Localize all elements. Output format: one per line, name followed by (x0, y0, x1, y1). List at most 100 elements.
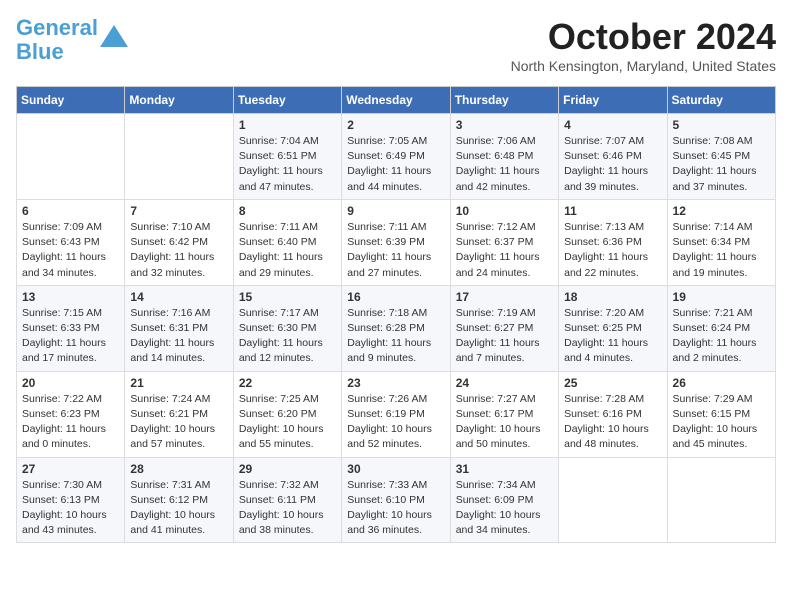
day-number: 28 (130, 462, 227, 476)
cell-info: Sunrise: 7:25 AMSunset: 6:20 PMDaylight:… (239, 392, 336, 453)
day-number: 11 (564, 204, 661, 218)
weekday-header: Monday (125, 87, 233, 114)
cell-info: Sunrise: 7:04 AMSunset: 6:51 PMDaylight:… (239, 134, 336, 195)
day-number: 12 (673, 204, 770, 218)
calendar-cell: 6 Sunrise: 7:09 AMSunset: 6:43 PMDaylight… (17, 199, 125, 285)
cell-info: Sunrise: 7:16 AMSunset: 6:31 PMDaylight:… (130, 306, 227, 367)
day-number: 9 (347, 204, 444, 218)
day-number: 2 (347, 118, 444, 132)
title-block: October 2024 North Kensington, Maryland,… (511, 16, 776, 74)
cell-info: Sunrise: 7:33 AMSunset: 6:10 PMDaylight:… (347, 478, 444, 539)
calendar-cell: 2 Sunrise: 7:05 AMSunset: 6:49 PMDaylight… (342, 114, 450, 200)
calendar-cell: 20 Sunrise: 7:22 AMSunset: 6:23 PMDayligh… (17, 371, 125, 457)
calendar-cell: 15 Sunrise: 7:17 AMSunset: 6:30 PMDayligh… (233, 285, 341, 371)
cell-info: Sunrise: 7:24 AMSunset: 6:21 PMDaylight:… (130, 392, 227, 453)
calendar-cell (667, 457, 775, 543)
calendar-cell: 18 Sunrise: 7:20 AMSunset: 6:25 PMDayligh… (559, 285, 667, 371)
cell-info: Sunrise: 7:11 AMSunset: 6:39 PMDaylight:… (347, 220, 444, 281)
calendar-cell: 13 Sunrise: 7:15 AMSunset: 6:33 PMDayligh… (17, 285, 125, 371)
weekday-header: Sunday (17, 87, 125, 114)
weekday-header: Saturday (667, 87, 775, 114)
day-number: 23 (347, 376, 444, 390)
cell-info: Sunrise: 7:05 AMSunset: 6:49 PMDaylight:… (347, 134, 444, 195)
day-number: 24 (456, 376, 553, 390)
location-text: North Kensington, Maryland, United State… (511, 58, 776, 74)
cell-info: Sunrise: 7:15 AMSunset: 6:33 PMDaylight:… (22, 306, 119, 367)
cell-info: Sunrise: 7:17 AMSunset: 6:30 PMDaylight:… (239, 306, 336, 367)
cell-info: Sunrise: 7:20 AMSunset: 6:25 PMDaylight:… (564, 306, 661, 367)
day-number: 29 (239, 462, 336, 476)
calendar-cell (17, 114, 125, 200)
cell-info: Sunrise: 7:26 AMSunset: 6:19 PMDaylight:… (347, 392, 444, 453)
calendar-cell: 3Sunrise: 7:06 AMSunset: 6:48 PMDaylight… (450, 114, 558, 200)
calendar-week-row: 20 Sunrise: 7:22 AMSunset: 6:23 PMDayligh… (17, 371, 776, 457)
day-number: 7 (130, 204, 227, 218)
logo: GeneralBlue (16, 16, 128, 64)
weekday-header: Tuesday (233, 87, 341, 114)
cell-info: Sunrise: 7:10 AMSunset: 6:42 PMDaylight:… (130, 220, 227, 281)
cell-info: Sunrise: 7:22 AMSunset: 6:23 PMDaylight:… (22, 392, 119, 453)
cell-info: Sunrise: 7:12 AMSunset: 6:37 PMDaylight:… (456, 220, 553, 281)
cell-info: Sunrise: 7:30 AMSunset: 6:13 PMDaylight:… (22, 478, 119, 539)
cell-info: Sunrise: 7:34 AMSunset: 6:09 PMDaylight:… (456, 478, 553, 539)
logo-icon (100, 25, 128, 47)
calendar-cell: 12Sunrise: 7:14 AMSunset: 6:34 PMDayligh… (667, 199, 775, 285)
calendar-cell: 4 Sunrise: 7:07 AMSunset: 6:46 PMDaylight… (559, 114, 667, 200)
day-number: 26 (673, 376, 770, 390)
day-number: 21 (130, 376, 227, 390)
calendar-cell: 29 Sunrise: 7:32 AMSunset: 6:11 PMDayligh… (233, 457, 341, 543)
day-number: 10 (456, 204, 553, 218)
day-number: 20 (22, 376, 119, 390)
day-number: 31 (456, 462, 553, 476)
calendar-week-row: 27 Sunrise: 7:30 AMSunset: 6:13 PMDayligh… (17, 457, 776, 543)
day-number: 3 (456, 118, 553, 132)
calendar-cell: 8Sunrise: 7:11 AMSunset: 6:40 PMDaylight… (233, 199, 341, 285)
day-number: 5 (673, 118, 770, 132)
calendar-week-row: 6 Sunrise: 7:09 AMSunset: 6:43 PMDaylight… (17, 199, 776, 285)
month-title: October 2024 (511, 16, 776, 58)
day-number: 1 (239, 118, 336, 132)
day-number: 4 (564, 118, 661, 132)
calendar-cell: 27 Sunrise: 7:30 AMSunset: 6:13 PMDayligh… (17, 457, 125, 543)
calendar-week-row: 1 Sunrise: 7:04 AMSunset: 6:51 PMDaylight… (17, 114, 776, 200)
logo-text: GeneralBlue (16, 16, 98, 64)
calendar-cell: 28 Sunrise: 7:31 AMSunset: 6:12 PMDayligh… (125, 457, 233, 543)
day-number: 13 (22, 290, 119, 304)
cell-info: Sunrise: 7:28 AMSunset: 6:16 PMDaylight:… (564, 392, 661, 453)
calendar-cell: 17 Sunrise: 7:19 AMSunset: 6:27 PMDayligh… (450, 285, 558, 371)
calendar-week-row: 13 Sunrise: 7:15 AMSunset: 6:33 PMDayligh… (17, 285, 776, 371)
cell-info: Sunrise: 7:32 AMSunset: 6:11 PMDaylight:… (239, 478, 336, 539)
day-number: 17 (456, 290, 553, 304)
calendar-cell: 30 Sunrise: 7:33 AMSunset: 6:10 PMDayligh… (342, 457, 450, 543)
calendar-cell: 23 Sunrise: 7:26 AMSunset: 6:19 PMDayligh… (342, 371, 450, 457)
day-number: 27 (22, 462, 119, 476)
calendar-cell: 31 Sunrise: 7:34 AMSunset: 6:09 PMDayligh… (450, 457, 558, 543)
calendar-cell: 9 Sunrise: 7:11 AMSunset: 6:39 PMDaylight… (342, 199, 450, 285)
day-number: 18 (564, 290, 661, 304)
cell-info: Sunrise: 7:19 AMSunset: 6:27 PMDaylight:… (456, 306, 553, 367)
day-number: 30 (347, 462, 444, 476)
weekday-header: Wednesday (342, 87, 450, 114)
cell-info: Sunrise: 7:09 AMSunset: 6:43 PMDaylight:… (22, 220, 119, 281)
day-number: 22 (239, 376, 336, 390)
cell-info: Sunrise: 7:07 AMSunset: 6:46 PMDaylight:… (564, 134, 661, 195)
cell-info: Sunrise: 7:13 AMSunset: 6:36 PMDaylight:… (564, 220, 661, 281)
calendar-cell: 25 Sunrise: 7:28 AMSunset: 6:16 PMDayligh… (559, 371, 667, 457)
weekday-header: Thursday (450, 87, 558, 114)
cell-info: Sunrise: 7:29 AMSunset: 6:15 PMDaylight:… (673, 392, 770, 453)
calendar-cell (125, 114, 233, 200)
page-header: GeneralBlue October 2024 North Kensingto… (16, 16, 776, 74)
calendar-cell: 10 Sunrise: 7:12 AMSunset: 6:37 PMDayligh… (450, 199, 558, 285)
calendar-cell: 5 Sunrise: 7:08 AMSunset: 6:45 PMDaylight… (667, 114, 775, 200)
day-number: 15 (239, 290, 336, 304)
day-number: 6 (22, 204, 119, 218)
cell-info: Sunrise: 7:08 AMSunset: 6:45 PMDaylight:… (673, 134, 770, 195)
day-number: 25 (564, 376, 661, 390)
cell-info: Sunrise: 7:27 AMSunset: 6:17 PMDaylight:… (456, 392, 553, 453)
day-number: 14 (130, 290, 227, 304)
calendar-cell: 1 Sunrise: 7:04 AMSunset: 6:51 PMDaylight… (233, 114, 341, 200)
calendar-cell: 7 Sunrise: 7:10 AMSunset: 6:42 PMDaylight… (125, 199, 233, 285)
cell-info: Sunrise: 7:31 AMSunset: 6:12 PMDaylight:… (130, 478, 227, 539)
cell-info: Sunrise: 7:11 AMSunset: 6:40 PMDaylight:… (239, 220, 336, 281)
cell-info: Sunrise: 7:18 AMSunset: 6:28 PMDaylight:… (347, 306, 444, 367)
